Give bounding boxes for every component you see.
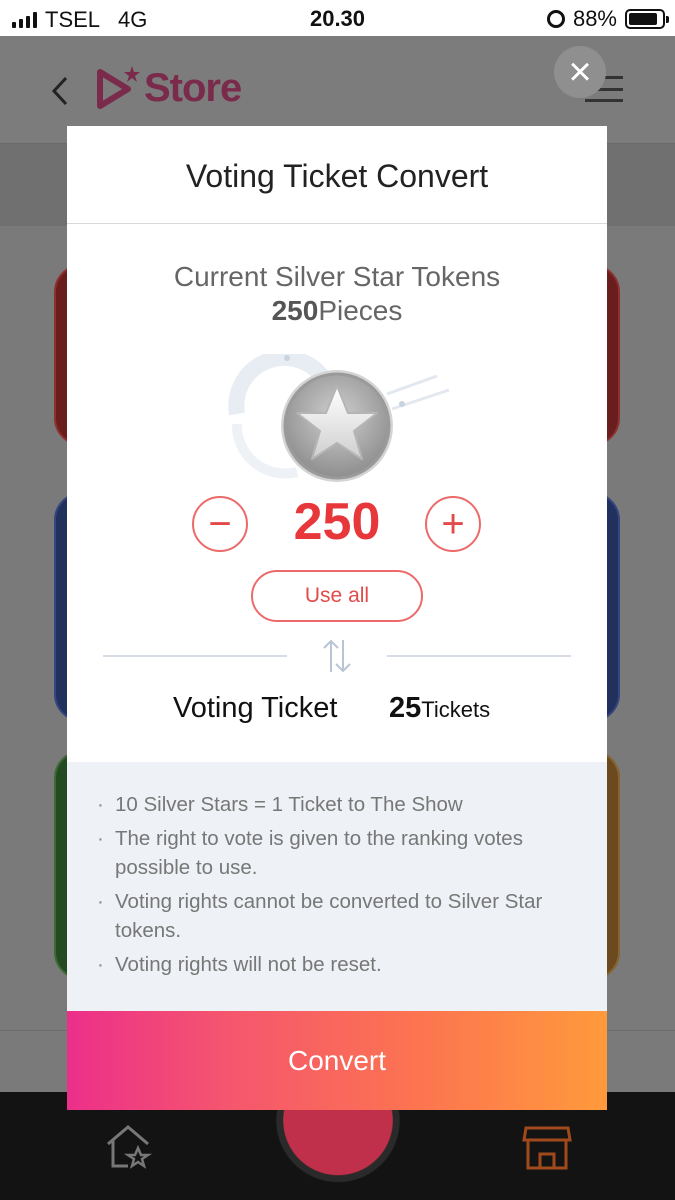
stepper-value: 250 [293, 493, 381, 551]
voting-ticket-value: 25 [389, 692, 422, 724]
alarm-icon [546, 10, 565, 28]
convert-button[interactable]: Convert [67, 1011, 607, 1110]
divider-line [103, 655, 287, 657]
current-tokens-unit: Pieces [318, 295, 403, 326]
logo-text: Store [144, 65, 242, 110]
conversion-divider [103, 636, 571, 676]
silver-star-icon [228, 354, 450, 482]
status-right: 88% [546, 6, 669, 32]
notes-list: 10 Silver Stars = 1 Ticket to The Show T… [67, 762, 607, 1011]
voting-ticket-count: 25Tickets [389, 692, 490, 725]
note-item: 10 Silver Stars = 1 Ticket to The Show [97, 790, 577, 819]
voting-ticket-unit: Tickets [421, 697, 491, 722]
close-icon[interactable]: × [554, 46, 606, 98]
divider-line [387, 655, 571, 657]
current-tokens-text: Current Silver Star Tokens 250Pieces [67, 224, 607, 328]
increase-button[interactable]: + [425, 496, 481, 552]
note-item: Voting rights cannot be converted to Sil… [97, 887, 577, 945]
current-tokens-label: Current Silver Star Tokens [173, 261, 501, 292]
modal-title: Voting Ticket Convert [67, 126, 607, 224]
voting-ticket-result: Voting Ticket 25Tickets [67, 692, 607, 732]
store-logo: Store [94, 64, 242, 112]
battery-percent: 88% [572, 6, 617, 31]
status-bar: TSEL 4G 20.30 88% [0, 0, 675, 36]
logo-play-icon [97, 66, 140, 109]
current-tokens-value: 250 [271, 295, 319, 326]
voting-ticket-label: Voting Ticket [173, 692, 338, 724]
battery-fill [629, 13, 658, 25]
store-icon[interactable] [522, 1124, 572, 1170]
decrease-button[interactable]: − [192, 496, 248, 552]
swap-arrows-icon [323, 639, 351, 673]
use-all-button[interactable]: Use all [251, 570, 423, 622]
note-item: The right to vote is given to the rankin… [97, 824, 577, 882]
quantity-stepper: − 250 + [67, 493, 607, 554]
battery-icon [625, 9, 669, 29]
note-item: Voting rights will not be reset. [97, 950, 577, 979]
chevron-left-icon[interactable] [50, 76, 70, 106]
home-star-icon[interactable] [104, 1122, 152, 1170]
convert-modal: Voting Ticket Convert Current Silver Sta… [67, 126, 607, 1110]
